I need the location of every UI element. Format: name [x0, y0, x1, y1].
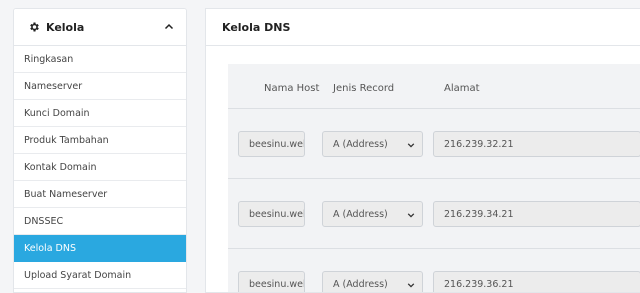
dns-records-table: Nama Host Jenis Record Alamat beesinu.we… [228, 64, 640, 292]
sidebar-item-nameserver[interactable]: Nameserver [14, 73, 186, 100]
chevron-down-icon [407, 143, 415, 148]
host-input[interactable]: beesinu.web [238, 201, 305, 227]
address-input[interactable]: 216.239.36.21 [433, 271, 640, 292]
row-divider [228, 108, 640, 109]
record-type-select[interactable]: A (Address) [322, 271, 423, 292]
chevron-down-icon [407, 283, 415, 288]
sidebar-item-upload-syarat-domain[interactable]: Upload Syarat Domain [14, 262, 186, 289]
record-type-select[interactable]: A (Address) [322, 201, 423, 227]
chevron-up-icon[interactable] [164, 22, 174, 32]
gear-icon [30, 22, 39, 32]
row-divider [228, 178, 640, 179]
record-type-value: A (Address) [333, 278, 388, 290]
sidebar-item-kontak-domain[interactable]: Kontak Domain [14, 154, 186, 181]
chevron-down-icon [407, 213, 415, 218]
sidebar-header[interactable]: Kelola [14, 9, 186, 46]
record-type-select[interactable]: A (Address) [322, 131, 423, 157]
column-header-address: Alamat [444, 83, 480, 94]
main-panel: Kelola DNS Nama Host Jenis Record Alamat… [205, 8, 640, 293]
sidebar-item-buat-nameserver[interactable]: Buat Nameserver [14, 181, 186, 208]
sidebar-item-kunci-domain[interactable]: Kunci Domain [14, 100, 186, 127]
sidebar-title: Kelola [46, 20, 85, 34]
sidebar-item-produk-tambahan[interactable]: Produk Tambahan [14, 127, 186, 154]
host-input[interactable]: beesinu.web [238, 271, 305, 292]
sidebar-item-ringkasan[interactable]: Ringkasan [14, 46, 186, 73]
record-type-value: A (Address) [333, 208, 388, 220]
host-input[interactable]: beesinu.web [238, 131, 305, 157]
column-header-host: Nama Host [264, 83, 320, 94]
sidebar-item-dnssec[interactable]: DNSSEC [14, 208, 186, 235]
row-divider [228, 248, 640, 249]
address-input[interactable]: 216.239.34.21 [433, 201, 640, 227]
sidebar-item-kelola-dns[interactable]: Kelola DNS [14, 235, 186, 262]
page-title: Kelola DNS [206, 9, 640, 46]
sidebar: Kelola Ringkasan Nameserver Kunci Domain… [13, 8, 187, 293]
column-header-type: Jenis Record [333, 83, 395, 94]
record-type-value: A (Address) [333, 138, 388, 150]
address-input[interactable]: 216.239.32.21 [433, 131, 640, 157]
